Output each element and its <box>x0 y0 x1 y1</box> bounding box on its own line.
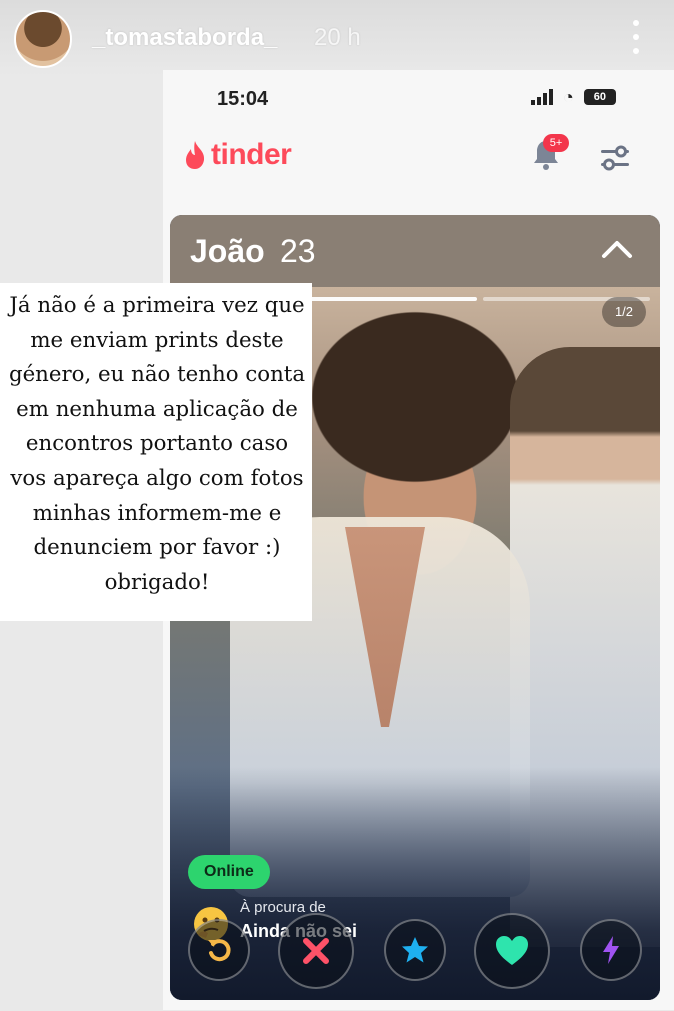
more-vertical-icon[interactable] <box>630 20 642 54</box>
battery-icon: 60 <box>583 89 616 105</box>
flame-icon <box>186 141 205 169</box>
nope-button[interactable] <box>278 913 354 989</box>
heart-icon <box>496 936 528 965</box>
profile-header[interactable]: João 23 <box>170 215 660 287</box>
online-badge: Online <box>188 855 270 889</box>
story-username[interactable]: _tomastaborda_ <box>92 24 277 52</box>
bolt-icon <box>603 936 619 964</box>
close-icon <box>303 938 329 964</box>
story-time-ago: 20 h <box>314 24 361 51</box>
boost-button[interactable] <box>580 919 642 981</box>
photo-progress <box>310 297 650 301</box>
story-header: _tomastaborda_ 20 h <box>0 0 674 76</box>
tinder-logo: tinder <box>183 138 292 172</box>
status-time: 15:04 <box>217 88 269 110</box>
profile-age: 23 <box>280 233 316 269</box>
action-bar <box>170 905 660 1000</box>
avatar[interactable] <box>14 10 72 68</box>
tinder-wordmark: tinder <box>211 138 292 171</box>
like-button[interactable] <box>474 913 550 989</box>
wifi-icon: ◔ <box>563 87 574 107</box>
star-icon <box>402 937 428 963</box>
signal-icon <box>531 89 553 105</box>
photo-counter: 1/2 <box>602 297 646 327</box>
chevron-up-icon[interactable] <box>600 237 634 261</box>
profile-name: João <box>190 233 265 269</box>
status-icons: ◔ 60 <box>531 88 616 106</box>
rewind-icon <box>208 939 231 962</box>
notification-badge: 5+ <box>543 134 569 152</box>
notifications-button[interactable]: 5+ <box>531 134 569 174</box>
story-text-overlay: Já não é a primeira vez que me enviam pr… <box>0 283 312 621</box>
rewind-button[interactable] <box>188 919 250 981</box>
story-caption: Já não é a primeira vez que me enviam pr… <box>8 293 306 595</box>
filters-icon[interactable] <box>599 144 631 172</box>
super-like-button[interactable] <box>384 919 446 981</box>
